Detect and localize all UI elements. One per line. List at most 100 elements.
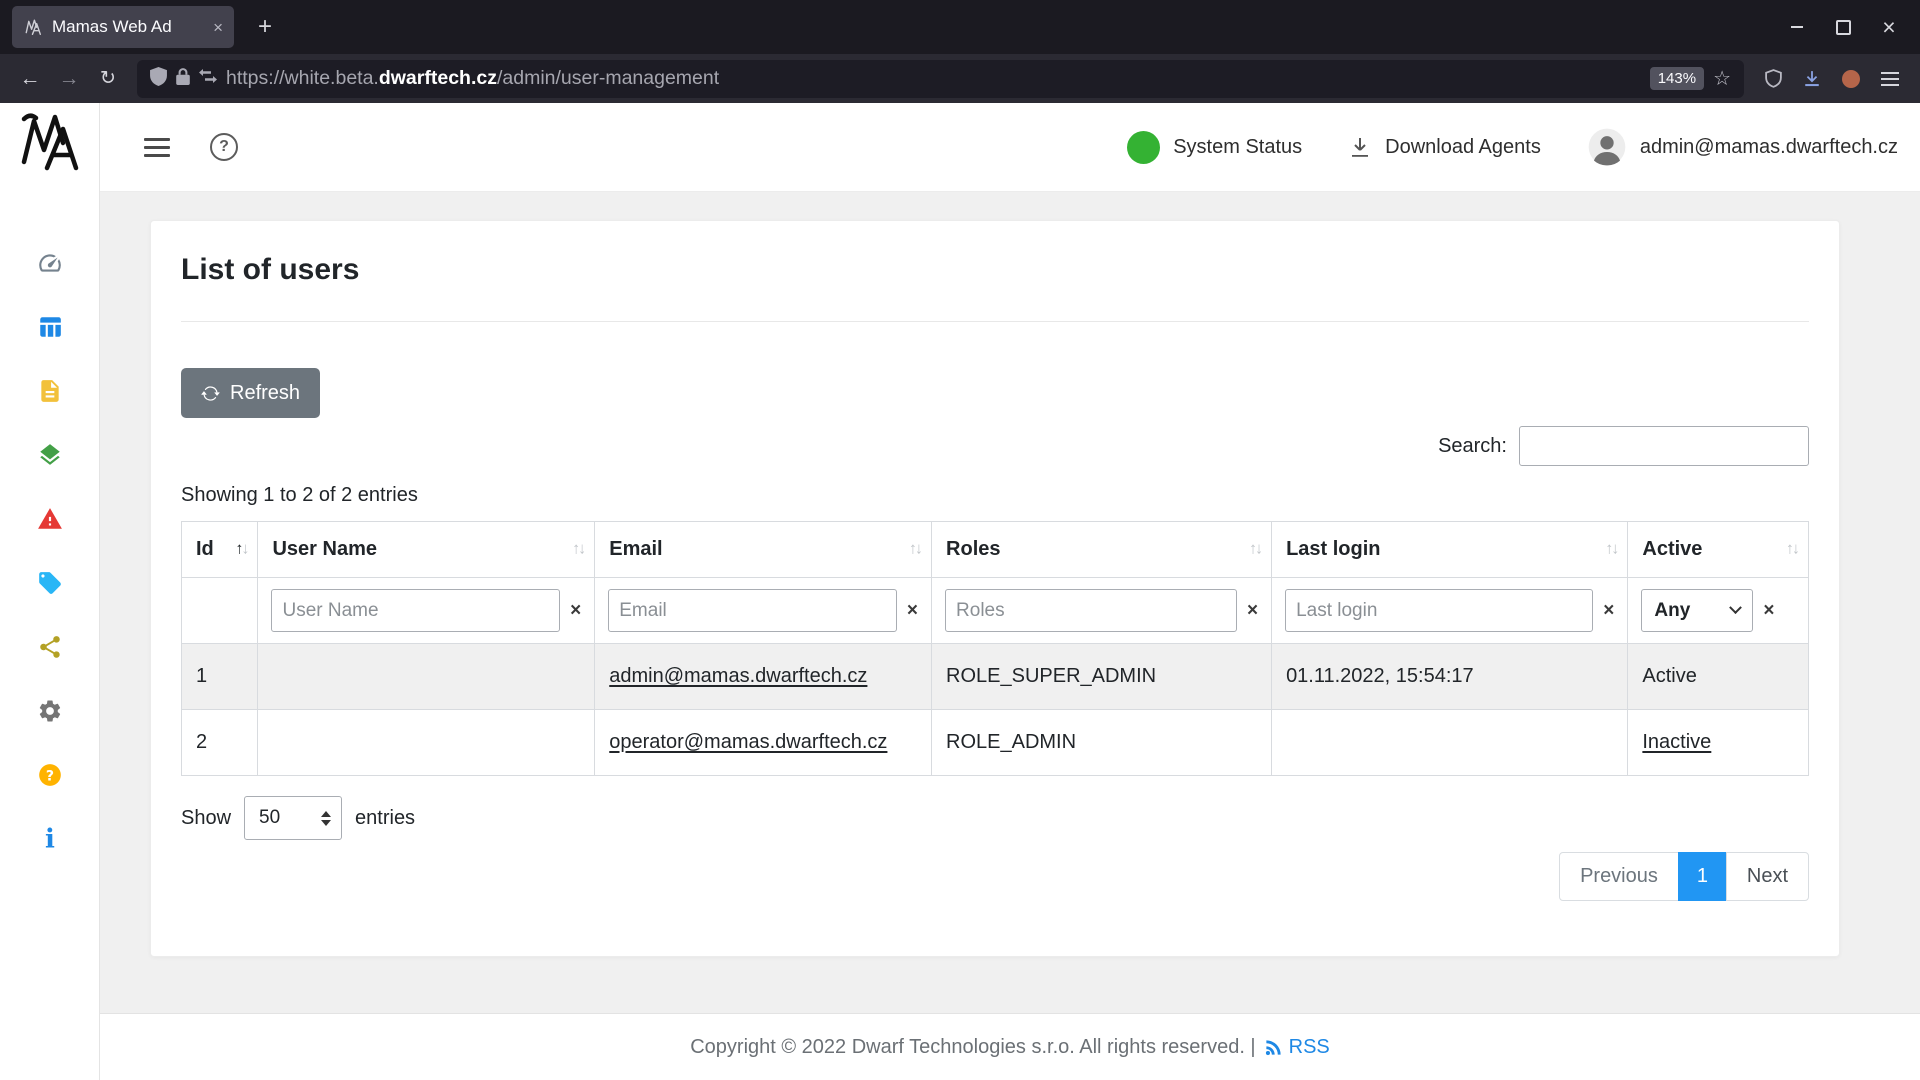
sidebar: ? i: [0, 103, 100, 1080]
url-bar[interactable]: https://white.beta.dwarftech.cz/admin/us…: [137, 60, 1744, 98]
cell-last-login: [1272, 710, 1628, 776]
page-length-select[interactable]: 50: [244, 796, 342, 840]
help-button[interactable]: [210, 133, 238, 161]
column-header-id[interactable]: Id: [182, 522, 258, 578]
bookmark-star-icon[interactable]: [1713, 66, 1731, 91]
active-filter-select[interactable]: Any: [1641, 589, 1753, 632]
search-row: Search:: [181, 426, 1809, 466]
download-agents[interactable]: Download Agents: [1348, 135, 1541, 159]
sidebar-item-dashboard[interactable]: [37, 250, 63, 276]
pagination-next[interactable]: Next: [1726, 852, 1809, 901]
page-length-row: Show 50 entries: [181, 796, 1809, 840]
user-email-link[interactable]: operator@mamas.dwarftech.cz: [609, 731, 887, 753]
sidebar-nav: ? i: [37, 250, 63, 852]
clear-filter-icon[interactable]: [570, 600, 581, 622]
sidebar-toggle-button[interactable]: [142, 132, 172, 162]
info-icon: i: [37, 826, 63, 852]
filter-roles-input[interactable]: [945, 589, 1237, 632]
gear-icon: [37, 698, 63, 724]
sidebar-item-documents[interactable]: [37, 378, 63, 404]
layers-icon: [37, 442, 63, 468]
page-title: List of users: [181, 253, 1809, 287]
tab-close-icon[interactable]: [213, 19, 223, 36]
table-row: 2 operator@mamas.dwarftech.cz ROLE_ADMIN…: [182, 710, 1809, 776]
clear-filter-icon[interactable]: [1247, 600, 1258, 622]
rss-link[interactable]: RSS: [1264, 1036, 1330, 1059]
filter-email-input[interactable]: [608, 589, 897, 632]
table-header-row: Id User Name Email Roles Last login Acti…: [182, 522, 1809, 578]
app-footer: Copyright © 2022 Dwarf Technologies s.r.…: [100, 1013, 1920, 1080]
zoom-indicator[interactable]: 143%: [1650, 67, 1704, 90]
table-icon: [37, 314, 63, 340]
reload-button[interactable]: [90, 61, 126, 97]
sidebar-item-settings[interactable]: [37, 698, 63, 724]
permissions-icon[interactable]: [199, 69, 217, 88]
app-logo[interactable]: [18, 110, 82, 174]
lock-icon[interactable]: [176, 68, 190, 90]
cell-user-name: [258, 710, 595, 776]
sidebar-item-tags[interactable]: [37, 570, 63, 596]
sidebar-item-tables[interactable]: [37, 314, 63, 340]
cell-active: Active: [1628, 644, 1809, 710]
sort-icon: [1249, 540, 1261, 558]
filter-cell-id: [182, 578, 258, 644]
sidebar-item-integrations[interactable]: [37, 634, 63, 660]
column-header-active[interactable]: Active: [1628, 522, 1809, 578]
back-button[interactable]: [12, 61, 48, 97]
extension-icon[interactable]: [1833, 61, 1869, 97]
sidebar-item-help[interactable]: ?: [37, 762, 63, 788]
user-email-link[interactable]: admin@mamas.dwarftech.cz: [609, 665, 867, 687]
users-table: Id User Name Email Roles Last login Acti…: [181, 521, 1809, 776]
downloads-icon[interactable]: [1794, 61, 1830, 97]
pocket-shield-icon[interactable]: [1755, 61, 1791, 97]
new-tab-button[interactable]: [248, 10, 282, 44]
browser-chrome: Mamas Web Ad https://white.beta.dwarftec…: [0, 0, 1920, 103]
clear-filter-icon[interactable]: [1763, 600, 1774, 622]
svg-text:?: ?: [45, 768, 53, 784]
system-status[interactable]: System Status: [1127, 131, 1302, 164]
sidebar-item-info[interactable]: i: [37, 826, 63, 852]
table-filter-row: Any: [182, 578, 1809, 644]
warning-icon: [37, 506, 63, 532]
shield-icon[interactable]: [150, 67, 167, 91]
column-header-last-login[interactable]: Last login: [1272, 522, 1628, 578]
clear-filter-icon[interactable]: [1603, 600, 1614, 622]
refresh-button[interactable]: Refresh: [181, 368, 320, 418]
column-header-roles[interactable]: Roles: [932, 522, 1272, 578]
account-menu[interactable]: admin@mamas.dwarftech.cz: [1587, 127, 1898, 167]
sidebar-item-layers[interactable]: [37, 442, 63, 468]
pagination-previous[interactable]: Previous: [1559, 852, 1679, 901]
cell-email: admin@mamas.dwarftech.cz: [595, 644, 932, 710]
filter-user-name-input[interactable]: [271, 589, 560, 632]
window-maximize-icon[interactable]: [1820, 0, 1866, 54]
tab-bar: Mamas Web Ad: [0, 0, 1920, 54]
system-status-label: System Status: [1173, 136, 1302, 159]
pagination-page-1[interactable]: 1: [1678, 852, 1727, 901]
sort-icon: [572, 540, 584, 558]
hamburger-icon: [144, 146, 170, 149]
sidebar-item-alerts[interactable]: [37, 506, 63, 532]
browser-tab[interactable]: Mamas Web Ad: [12, 6, 234, 48]
chevron-down-icon: [1730, 601, 1743, 614]
window-minimize-icon[interactable]: [1774, 0, 1820, 54]
column-header-user-name[interactable]: User Name: [258, 522, 595, 578]
window-controls: [1774, 0, 1912, 54]
cell-active: Inactive: [1628, 710, 1809, 776]
window-close-icon[interactable]: [1866, 0, 1912, 54]
sort-icon: [1605, 540, 1617, 558]
sort-icon: [235, 540, 247, 558]
spinner-arrows-icon[interactable]: [321, 811, 331, 826]
clear-filter-icon[interactable]: [907, 600, 918, 622]
pagination: Previous 1 Next: [181, 852, 1809, 901]
search-input[interactable]: [1519, 426, 1809, 466]
toggle-active-link[interactable]: Inactive: [1642, 731, 1711, 753]
menu-icon[interactable]: [1872, 61, 1908, 97]
filter-last-login-input[interactable]: [1285, 589, 1593, 632]
column-header-email[interactable]: Email: [595, 522, 932, 578]
app-header: System Status Download Agents admin@mama…: [100, 103, 1920, 192]
tag-icon: [37, 570, 63, 596]
sort-icon: [1786, 540, 1798, 558]
cell-user-name: [258, 644, 595, 710]
forward-button[interactable]: [51, 61, 87, 97]
browser-navbar: https://white.beta.dwarftech.cz/admin/us…: [0, 54, 1920, 103]
